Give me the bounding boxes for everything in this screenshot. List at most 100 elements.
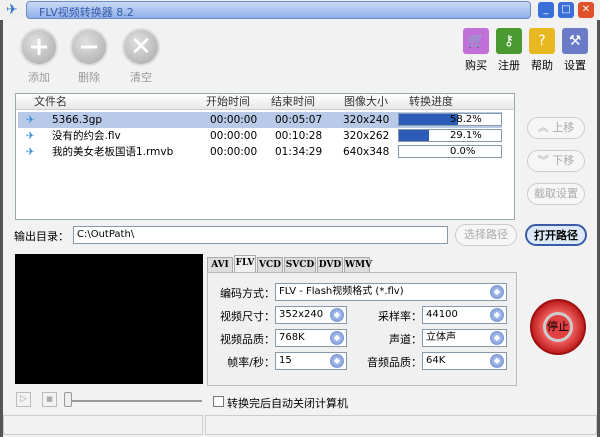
tab-vcd[interactable]: VCD xyxy=(257,257,283,273)
tab-dvd[interactable]: DVD xyxy=(317,257,343,273)
tab-wmv[interactable]: WMV xyxy=(344,257,372,273)
shutdown-checkbox[interactable] xyxy=(213,396,224,407)
table-row[interactable]: ✈ 我的美女老板国语1.rmvb 00:00:00 01:34:29 640x3… xyxy=(18,144,502,160)
audio-quality-label: 音频品质： xyxy=(367,356,422,369)
video-size-select[interactable]: 352x240 ◆ xyxy=(275,306,347,324)
app-icon: ✈ xyxy=(6,2,18,18)
table-row[interactable]: ✈ 没有的约会.flv 00:00:00 00:10:28 320x262 29… xyxy=(18,128,502,144)
move-up-label: 上移 xyxy=(552,121,575,134)
spin-icon: ◆ xyxy=(490,354,504,368)
column-header-name[interactable]: 文件名 xyxy=(34,94,67,110)
delete-label: 删除 xyxy=(78,71,100,84)
video-preview xyxy=(15,254,203,384)
column-header-start[interactable]: 开始时间 xyxy=(206,94,250,110)
help-label[interactable]: 帮助 xyxy=(526,57,558,73)
register-label[interactable]: 注册 xyxy=(493,57,525,73)
file-icon: ✈ xyxy=(26,146,35,158)
file-name: 没有的约会.flv xyxy=(52,130,121,142)
sample-rate-value: 44100 xyxy=(426,309,458,320)
chevron-up-icon: ︽ xyxy=(537,121,553,134)
spin-icon: ◆ xyxy=(490,331,504,345)
maximize-button[interactable]: □ xyxy=(558,2,574,18)
sample-rate-label: 采样率： xyxy=(378,310,422,323)
tab-avi[interactable]: AVI xyxy=(207,257,233,273)
column-header-progress[interactable]: 转换进度 xyxy=(409,94,453,110)
choose-path-button[interactable]: 选择路径 xyxy=(455,224,517,246)
key-icon[interactable]: ⚷ xyxy=(496,28,522,54)
file-name: 5366.3gp xyxy=(52,114,103,126)
tab-flv[interactable]: FLV xyxy=(234,255,256,273)
audio-quality-value: 64K xyxy=(426,355,446,366)
video-size-label: 视频尺寸： xyxy=(220,310,275,323)
column-header-end[interactable]: 结束时间 xyxy=(271,94,315,110)
status-bar-right xyxy=(205,415,597,435)
video-quality-select[interactable]: 768K ◆ xyxy=(275,329,347,347)
channel-select[interactable]: 立体声 ◆ xyxy=(422,329,507,347)
start-time: 00:00:00 xyxy=(210,146,258,158)
clear-button[interactable]: ✕ xyxy=(122,28,160,66)
clip-settings-button[interactable]: 截取设置 xyxy=(527,183,585,205)
start-time: 00:00:00 xyxy=(210,130,258,142)
seek-handle[interactable] xyxy=(64,392,72,407)
progress-text: 29.1% xyxy=(450,130,482,141)
seek-slider[interactable] xyxy=(64,400,202,402)
move-up-button[interactable]: ︽ 上移 xyxy=(527,117,585,139)
progress-text: 0.0% xyxy=(450,146,476,157)
status-bar-left xyxy=(3,415,203,435)
image-size: 320x240 xyxy=(343,114,390,126)
stop-button[interactable]: 停止 xyxy=(530,299,586,355)
minimize-button[interactable]: _ xyxy=(538,2,554,18)
title-bar: ✈ FLV视频转换器 8.2 _ □ ✕ xyxy=(0,0,600,20)
title-box: FLV视频转换器 8.2 xyxy=(26,1,531,19)
end-time: 00:10:28 xyxy=(275,130,323,142)
delete-button[interactable]: − xyxy=(70,28,108,66)
sample-rate-select[interactable]: 44100 ◆ xyxy=(422,306,507,324)
move-down-label: 下移 xyxy=(552,154,575,167)
file-icon: ✈ xyxy=(26,114,35,126)
buy-label[interactable]: 购买 xyxy=(460,57,492,73)
channel-label: 声道： xyxy=(389,333,422,346)
video-size-value: 352x240 xyxy=(279,309,324,320)
column-header-size[interactable]: 图像大小 xyxy=(344,94,388,110)
chevron-down-icon: ︾ xyxy=(537,154,553,167)
spin-icon: ◆ xyxy=(330,354,344,368)
spin-icon: ◆ xyxy=(330,308,344,322)
fps-select[interactable]: 15 ◆ xyxy=(275,352,347,370)
progress-bar: 0.0% xyxy=(398,145,502,158)
spin-icon: ◆ xyxy=(490,308,504,322)
video-quality-value: 768K xyxy=(279,332,305,343)
close-button[interactable]: ✕ xyxy=(578,2,594,18)
codec-label: 编码方式： xyxy=(220,287,275,300)
cart-icon[interactable]: 🛒 xyxy=(463,28,489,54)
end-time: 00:05:07 xyxy=(275,114,323,126)
help-icon[interactable]: ? xyxy=(529,28,555,54)
progress-bar: 29.1% xyxy=(398,129,502,142)
image-size: 320x262 xyxy=(343,130,390,142)
window-title: FLV视频转换器 8.2 xyxy=(39,6,134,19)
audio-quality-select[interactable]: 64K ◆ xyxy=(422,352,507,370)
open-path-button[interactable]: 打开路径 xyxy=(525,224,587,246)
tools-icon[interactable]: ⚒ xyxy=(562,28,588,54)
file-name: 我的美女老板国语1.rmvb xyxy=(52,146,174,158)
shutdown-label: 转换完后自动关闭计算机 xyxy=(227,397,348,410)
add-button[interactable]: + xyxy=(20,28,58,66)
video-quality-label: 视频品质： xyxy=(220,333,275,346)
move-down-button[interactable]: ︾ 下移 xyxy=(527,150,585,172)
file-icon: ✈ xyxy=(26,130,35,142)
add-label: 添加 xyxy=(28,71,50,84)
output-path-input[interactable]: C:\OutPath\ xyxy=(73,226,448,244)
end-time: 01:34:29 xyxy=(275,146,323,158)
tab-svcd[interactable]: SVCD xyxy=(284,257,316,273)
codec-select[interactable]: FLV - Flash视频格式 (*.flv) ◆ xyxy=(275,283,507,301)
start-time: 00:00:00 xyxy=(210,114,258,126)
output-dir-label: 输出目录： xyxy=(14,230,69,243)
play-button[interactable]: ▷ xyxy=(16,392,31,407)
codec-value: FLV - Flash视频格式 (*.flv) xyxy=(279,286,404,297)
settings-label[interactable]: 设置 xyxy=(559,57,591,73)
file-list[interactable]: 文件名 开始时间 结束时间 图像大小 转换进度 ✈ 5366.3gp 00:00… xyxy=(15,93,515,220)
spin-icon: ◆ xyxy=(330,331,344,345)
spin-icon: ◆ xyxy=(490,285,504,299)
table-row[interactable]: ✈ 5366.3gp 00:00:00 00:05:07 320x240 58.… xyxy=(18,112,502,128)
fps-value: 15 xyxy=(279,355,292,366)
stop-playback-button[interactable]: ■ xyxy=(42,392,57,407)
